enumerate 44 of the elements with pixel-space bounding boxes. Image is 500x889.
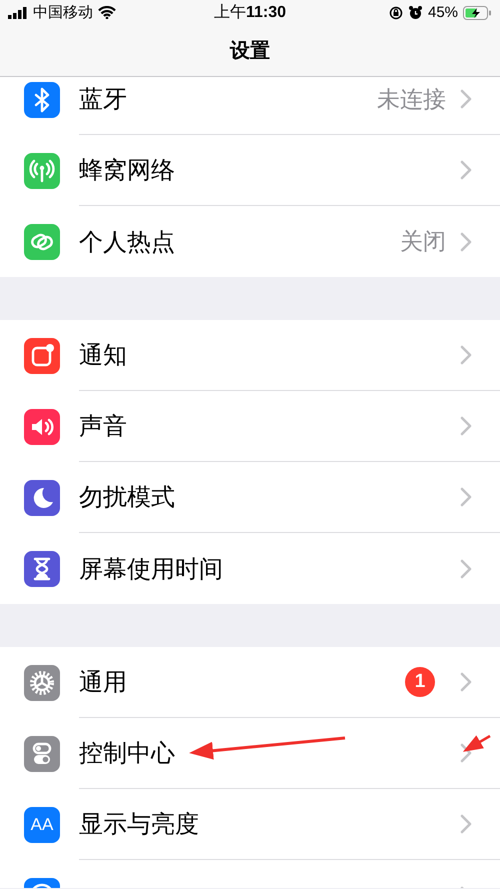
setting-label: 个人热点	[79, 228, 175, 258]
setting-value: 未连接	[377, 84, 446, 114]
settings-row[interactable]: 声音	[0, 391, 500, 462]
signal-icon	[8, 6, 28, 18]
status-time: 上午11:30	[214, 2, 286, 23]
setting-label: 屏幕使用时间	[79, 554, 223, 584]
settings-row[interactable]: 通用 1	[0, 647, 500, 718]
rotation-lock-icon	[388, 6, 403, 20]
chevron-icon	[460, 672, 472, 692]
setting-label: 蜂窝网络	[79, 156, 175, 186]
chevron-icon	[460, 160, 472, 180]
setting-label: 通用	[79, 668, 127, 698]
settings-row[interactable]: 控制中心	[0, 718, 500, 789]
notification-badge: 1	[405, 667, 435, 697]
battery-percent: 45%	[428, 4, 458, 21]
settings-row[interactable]: AA 显示与亮度	[0, 789, 500, 860]
battery-icon	[463, 6, 492, 20]
carrier-name: 中国移动	[33, 3, 93, 22]
chevron-icon	[460, 89, 472, 109]
wifi-icon	[98, 6, 116, 19]
page-title: 设置	[230, 39, 270, 64]
chevron-icon	[460, 743, 472, 763]
settings-row[interactable]: 屏幕使用时间	[0, 533, 500, 604]
chevron-icon	[460, 487, 472, 507]
setting-label: 声音	[79, 412, 127, 442]
settings-row[interactable]: 通知	[0, 320, 500, 391]
setting-value: 关闭	[400, 227, 446, 256]
setting-label: 控制中心	[79, 739, 175, 769]
alarm-icon	[408, 5, 423, 20]
settings-row[interactable]: 蜂窝网络	[0, 135, 500, 206]
display-icon: AA	[24, 806, 60, 842]
chevron-icon	[460, 814, 472, 834]
chevron-icon	[460, 345, 472, 365]
chevron-icon	[460, 558, 472, 578]
annotation-arrow	[462, 734, 491, 752]
settings-row[interactable]: 勿扰模式	[0, 462, 500, 533]
chevron-icon	[460, 416, 472, 436]
settings-row[interactable]: 蓝牙 未连接	[0, 77, 500, 135]
chevron-icon	[460, 232, 472, 252]
setting-label: 显示与亮度	[79, 810, 199, 840]
settings-row[interactable]: 个人热点 关闭	[0, 206, 500, 277]
setting-label: 勿扰模式	[79, 483, 175, 513]
setting-label: 蓝牙	[79, 85, 127, 115]
setting-label: 通知	[79, 341, 127, 371]
